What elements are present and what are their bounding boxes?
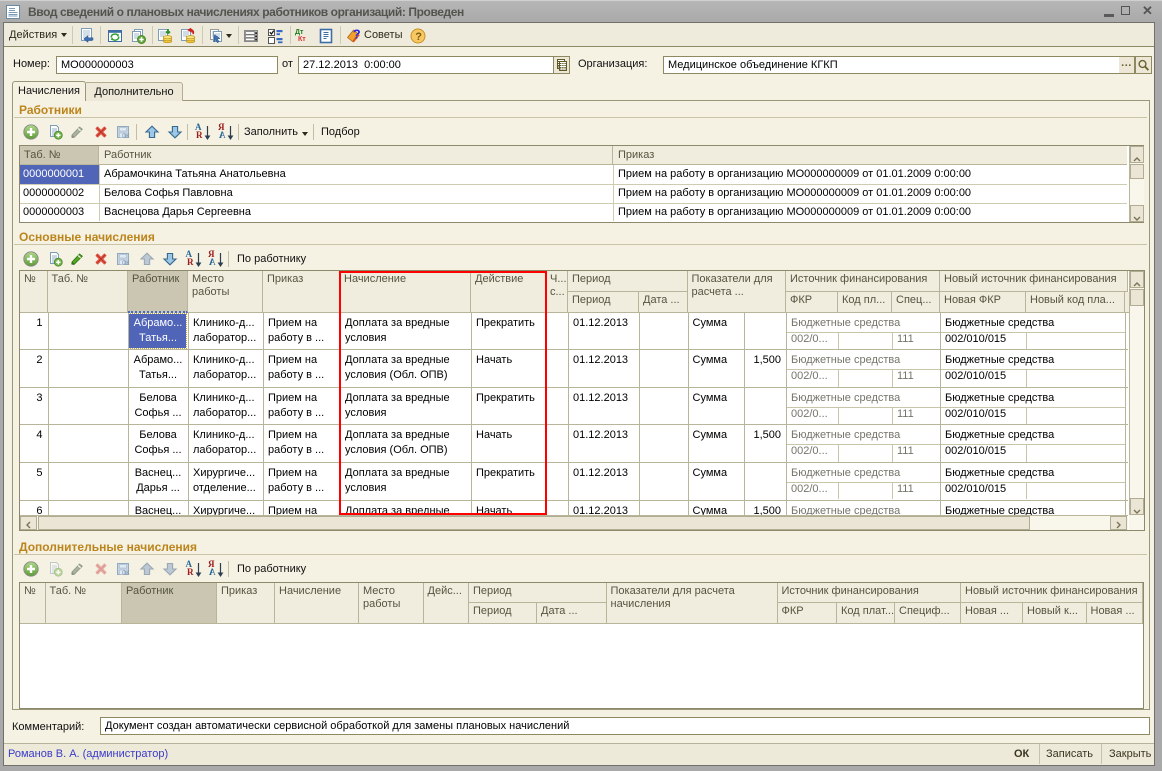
svg-text:ОК: ОК xyxy=(122,133,130,139)
svg-text:?: ? xyxy=(353,28,361,42)
svg-text:ОК: ОК xyxy=(122,570,130,576)
svg-text:ОК: ОК xyxy=(122,260,130,266)
svg-text:?: ? xyxy=(415,31,422,43)
